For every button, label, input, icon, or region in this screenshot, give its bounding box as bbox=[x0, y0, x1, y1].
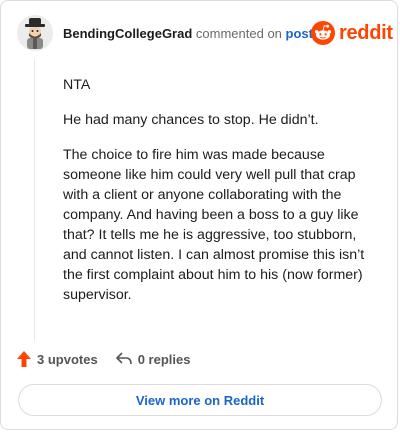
upvote-arrow-icon bbox=[17, 351, 31, 367]
reply-button[interactable]: 0 replies bbox=[115, 351, 191, 367]
action-text: commented on bbox=[195, 26, 282, 41]
reply-count: 0 replies bbox=[137, 351, 191, 367]
upvote-count: 3 upvotes bbox=[37, 351, 98, 367]
reddit-logo[interactable]: reddit bbox=[311, 21, 393, 45]
upvote-button[interactable]: 3 upvotes bbox=[17, 351, 98, 367]
comment-body: NTA He had many chances to stop. He didn… bbox=[63, 75, 373, 320]
thread-line bbox=[34, 59, 35, 341]
username-link[interactable]: BendingCollegeGrad bbox=[63, 26, 192, 41]
view-more-button[interactable]: View more on Reddit bbox=[18, 384, 382, 416]
reddit-snoo-icon bbox=[311, 21, 335, 45]
comment-header: BendingCollegeGrad commented on post bbox=[63, 26, 313, 42]
avatar[interactable] bbox=[17, 15, 53, 51]
comment-paragraph: NTA bbox=[63, 77, 91, 93]
comment-paragraph: He had many chances to stop. He didn’t. bbox=[63, 112, 319, 128]
reddit-wordmark: reddit bbox=[339, 22, 393, 44]
comment-actions: 3 upvotes 0 replies bbox=[17, 349, 190, 369]
comment-card: BendingCollegeGrad commented on post red… bbox=[0, 0, 398, 430]
comment-paragraph: The choice to fire him was made because … bbox=[63, 147, 365, 303]
avatar-icon bbox=[17, 15, 53, 51]
post-link[interactable]: post bbox=[286, 26, 313, 41]
reply-arrow-icon bbox=[115, 352, 132, 365]
